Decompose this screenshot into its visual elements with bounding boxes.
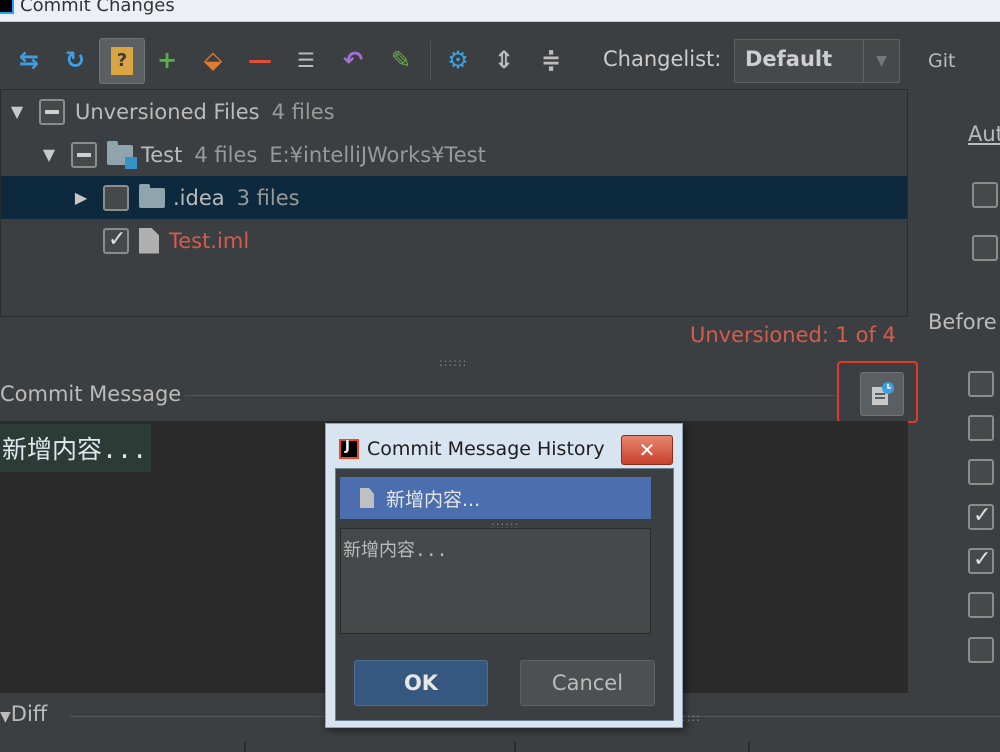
toolbar-separator [430, 41, 431, 81]
divider [185, 395, 835, 396]
before-commit-checkbox[interactable] [968, 459, 994, 485]
edit-source-icon[interactable]: ✎ [386, 45, 416, 75]
collapse-all-icon[interactable]: ≑ [536, 45, 566, 75]
cancel-button[interactable]: Cancel [520, 660, 655, 706]
changelist-value: Default [745, 47, 833, 71]
before-commit-checkbox[interactable] [968, 503, 994, 530]
author-label: Aut [968, 122, 1000, 146]
commit-message-header: Commit Message [0, 382, 908, 410]
option-checkbox[interactable] [972, 235, 998, 261]
toolbar: ⇆ ↻ ? + ⬙ — ☰ ↶ ✎ ⚙ ⇕ ≑ Changelist: Defa… [0, 23, 1000, 89]
dialog-titlebar[interactable]: Commit Message History ✕ [326, 424, 682, 468]
group-by-icon[interactable]: ☰ [291, 45, 321, 75]
divider [748, 742, 750, 752]
changelist-label: Changelist: [603, 47, 722, 71]
collapse-arrow-icon: ▼ [0, 709, 11, 725]
move-to-changelist-icon[interactable]: ⬙ [198, 45, 228, 75]
file-icon [139, 227, 159, 254]
folder-icon [139, 183, 165, 208]
diff-section-toggle[interactable]: ▼Diff [0, 702, 47, 726]
group-checkbox[interactable] [39, 98, 65, 125]
tree-row-test-iml[interactable]: Test.iml [1, 219, 907, 262]
ok-button[interactable]: OK [354, 660, 488, 706]
before-commit-checkbox[interactable] [968, 637, 994, 663]
tree-row-label: .idea [173, 185, 225, 210]
before-commit-checkbox[interactable] [968, 371, 994, 397]
add-icon[interactable]: + [152, 45, 182, 75]
show-diff-icon[interactable]: ⇆ [14, 45, 44, 75]
tree-row-label: Unversioned Files [75, 99, 260, 124]
changes-tree[interactable]: ▼ Unversioned Files 4 files ▼ Test 4 fil… [0, 89, 908, 317]
file-checkbox[interactable] [103, 227, 129, 254]
commit-message-history-button[interactable] [860, 372, 904, 416]
tree-row-count: 4 files [194, 142, 258, 167]
history-item-label: 新增内容... [386, 488, 481, 511]
commit-message-label: Commit Message [0, 382, 182, 406]
expand-arrow-icon[interactable]: ▼ [7, 102, 27, 121]
changelist-select[interactable]: Default ▼ [734, 39, 900, 83]
tree-row-label: Test.iml [169, 228, 250, 253]
expand-all-icon[interactable]: ⇕ [489, 45, 519, 75]
chevron-down-icon[interactable]: ▼ [863, 40, 899, 82]
before-commit-checkbox[interactable] [968, 592, 994, 618]
intellij-app-icon [339, 439, 359, 459]
before-commit-label: Before [928, 310, 997, 334]
diff-label: Diff [10, 702, 48, 726]
folder-checkbox[interactable] [103, 184, 129, 211]
before-commit-checkbox[interactable] [968, 415, 994, 441]
tree-row-idea[interactable]: ▶ .idea 3 files [1, 176, 907, 219]
vcs-section-label: Git [928, 50, 956, 72]
rollback-icon[interactable]: ↶ [338, 45, 368, 75]
remove-icon[interactable]: — [245, 45, 275, 75]
tree-row-count: 3 files [236, 185, 300, 210]
intellij-app-icon [0, 0, 14, 14]
option-checkbox[interactable] [972, 182, 998, 208]
history-list-item[interactable]: 新增内容... [340, 477, 651, 519]
expand-arrow-icon[interactable]: ▶ [71, 188, 91, 207]
unversioned-files-icon[interactable]: ? [99, 38, 145, 84]
divider [514, 742, 516, 752]
refresh-icon[interactable]: ↻ [60, 45, 90, 75]
message-preview: 新增内容... [340, 528, 651, 634]
splitter-handle[interactable]: :::::: [439, 356, 467, 369]
window-title: Commit Changes [20, 0, 175, 16]
tree-row-count: 4 files [271, 99, 335, 124]
document-icon [360, 488, 374, 508]
tree-row-path: E:¥intelliJWorks¥Test [269, 142, 486, 167]
commit-message-text[interactable]: 新增内容... [0, 424, 152, 472]
expand-arrow-icon[interactable]: ▼ [39, 145, 59, 164]
window-titlebar: Commit Changes [0, 0, 1000, 22]
tree-row-label: Test [141, 142, 183, 167]
module-checkbox[interactable] [71, 141, 97, 168]
unversioned-status: Unversioned: 1 of 4 [690, 323, 896, 347]
splitter-handle[interactable]: :::: [682, 711, 701, 724]
tree-row-unversioned-files[interactable]: ▼ Unversioned Files 4 files [1, 90, 907, 133]
tree-row-module[interactable]: ▼ Test 4 files E:¥intelliJWorks¥Test [1, 133, 907, 176]
settings-icon[interactable]: ⚙ [443, 45, 473, 75]
divider [244, 742, 246, 752]
dialog-title: Commit Message History [367, 438, 605, 460]
history-icon [872, 382, 894, 405]
module-folder-icon [107, 140, 137, 169]
before-commit-checkbox[interactable] [968, 547, 994, 574]
close-button[interactable]: ✕ [621, 435, 673, 465]
